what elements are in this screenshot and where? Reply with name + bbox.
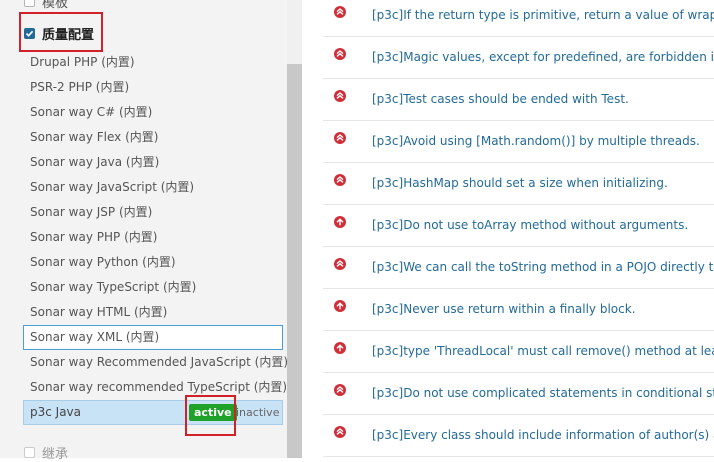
rule-title-link[interactable]: [p3c]type 'ThreadLocal' must call remove… [372,344,714,358]
quality-profile-highlight [19,12,103,52]
quality-profile-name: Sonar way Python [30,255,139,269]
rule-row[interactable]: [p3c]If the return type is primitive, re… [323,0,714,37]
quality-profile-item[interactable]: p3c Java active inactive [23,400,283,425]
active-button-highlight [185,395,236,436]
quality-profile-name: Drupal PHP [30,55,98,69]
quality-profile-builtin-suffix: (内置) [91,80,130,94]
quality-profile-item[interactable]: Drupal PHP (内置) [23,50,283,75]
inactive-toggle-button[interactable]: inactive [236,404,279,421]
quality-profile-builtin-suffix: (内置) [159,280,197,294]
rule-list: [p3c]If the return type is primitive, re… [323,0,714,457]
rule-row[interactable]: [p3c]HashMap should set a size when init… [323,163,714,205]
quality-profile-item[interactable]: Sonar way HTML (内置) [23,300,283,325]
critical-severity-icon [334,384,346,396]
quality-profile-item[interactable]: Sonar way JavaScript (内置) [23,175,283,200]
rule-title-link[interactable]: [p3c]Test cases should be ended with Tes… [372,92,629,106]
quality-profile-builtin-suffix: (内置) [138,255,176,269]
quality-profile-builtin-suffix: (内置) [250,355,289,369]
quality-profile-item[interactable]: Sonar way TypeScript (内置) [23,275,283,300]
quality-profile-builtin-suffix: (内置) [249,380,288,394]
rule-row[interactable]: [p3c]Avoid using [Math.random()] by mult… [323,121,714,163]
quality-profile-name: Sonar way Java [30,155,123,169]
quality-profile-name: Sonar way JSP [30,205,116,219]
rule-title-link[interactable]: [p3c]HashMap should set a size when init… [372,176,668,190]
rule-title-link[interactable]: [p3c]Magic values, except for predefined… [372,50,714,64]
inheritance-checkbox[interactable] [24,447,35,458]
quality-profile-name: PSR-2 PHP [30,80,92,94]
quality-profile-list: Drupal PHP (内置) PSR-2 PHP (内置) Sonar way C… [23,50,288,425]
major-severity-icon [334,342,346,354]
critical-severity-icon [334,174,346,186]
quality-profile-item[interactable]: Sonar way Flex (内置) [23,125,283,150]
quality-profile-name: p3c Java [30,405,82,419]
rule-row[interactable]: [p3c]We can call the toString method in … [323,247,714,289]
quality-profile-builtin-suffix: (内置) [120,230,158,244]
quality-profile-name: Sonar way Recommended JavaScript [30,355,251,369]
facet-template-label: 模板 [42,0,69,11]
quality-profile-name: Sonar way PHP [30,230,121,244]
quality-profile-item[interactable]: Sonar way PHP (内置) [23,225,283,250]
quality-profile-name: Sonar way Flex [30,130,122,144]
critical-severity-icon [334,6,346,18]
quality-profile-name: Sonar way JavaScript [30,180,157,194]
sidebar-scrollbar-thumb[interactable] [287,64,302,458]
quality-profile-item[interactable]: Sonar way recommended TypeScript (内置) [23,375,287,400]
rule-row[interactable]: [p3c]Test cases should be ended with Tes… [323,79,714,121]
quality-profile-name: Sonar way HTML [30,305,131,319]
rule-title-link[interactable]: [p3c]Avoid using [Math.random()] by mult… [372,134,700,148]
quality-profile-name: Sonar way XML [30,330,123,344]
rule-row[interactable]: [p3c]Never use return within a finally b… [323,289,714,331]
quality-profile-name: Sonar way recommended TypeScript [30,380,250,394]
major-severity-icon [334,300,346,312]
rule-row[interactable]: [p3c]Do not use complicated statements i… [323,373,714,415]
quality-profile-name: Sonar way C# [30,105,116,119]
facet-inheritance-header[interactable]: 继承 [24,443,68,462]
major-severity-icon [334,216,346,228]
rule-title-link[interactable]: [p3c]We can call the toString method in … [372,260,714,274]
quality-profile-builtin-suffix: (内置) [121,130,159,144]
rule-title-link[interactable]: [p3c]If the return type is primitive, re… [372,8,714,22]
quality-profile-item[interactable]: PSR-2 PHP (内置) [23,75,283,100]
quality-profile-builtin-suffix: (内置) [115,105,153,119]
critical-severity-icon [334,90,346,102]
rule-title-link[interactable]: [p3c]Do not use complicated statements i… [372,386,714,400]
quality-profile-item[interactable]: Sonar way XML (内置) [23,325,283,350]
rule-row[interactable]: [p3c]Magic values, except for predefined… [323,37,714,79]
quality-profile-item[interactable]: Sonar way JSP (内置) [23,200,283,225]
facet-inheritance-label: 继承 [42,447,69,462]
quality-profile-builtin-suffix: (内置) [97,55,135,69]
critical-severity-icon [334,258,346,270]
rule-row[interactable]: [p3c]Do not use toArray method without a… [323,205,714,247]
quality-profile-builtin-suffix: (内置) [122,155,160,169]
quality-profile-item[interactable]: Sonar way Python (内置) [23,250,283,275]
quality-profile-builtin-suffix: (内置) [115,205,153,219]
template-checkbox[interactable] [24,0,35,7]
rule-title-link[interactable]: [p3c]Never use return within a finally b… [372,302,636,316]
quality-profile-item[interactable]: Sonar way Java (内置) [23,150,283,175]
quality-profile-name: Sonar way TypeScript [30,280,160,294]
rule-title-link[interactable]: [p3c]Do not use toArray method without a… [372,218,688,232]
quality-profile-item[interactable]: Sonar way C# (内置) [23,100,283,125]
quality-profile-builtin-suffix: (内置) [156,180,195,194]
rule-row[interactable]: [p3c]type 'ThreadLocal' must call remove… [323,331,714,373]
rule-title-link[interactable]: [p3c]Every class should include informat… [372,428,714,442]
quality-profile-builtin-suffix: (内置) [130,305,168,319]
quality-profile-builtin-suffix: (内置) [122,330,160,344]
critical-severity-icon [334,48,346,60]
rule-row[interactable]: [p3c]Every class should include informat… [323,415,714,457]
quality-profile-item[interactable]: Sonar way Recommended JavaScript (内置) [23,350,288,375]
facet-template-header[interactable]: 模板 [24,0,68,11]
critical-severity-icon [334,132,346,144]
critical-severity-icon [334,426,346,438]
